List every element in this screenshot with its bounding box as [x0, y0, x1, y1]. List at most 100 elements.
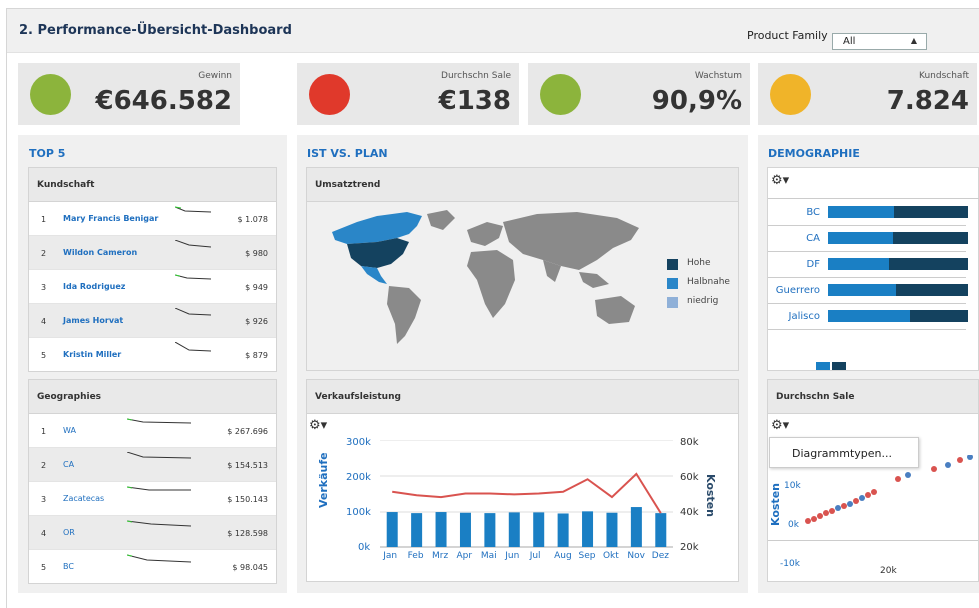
sparkline [127, 486, 191, 491]
bar-segment-light [828, 284, 896, 296]
sales-bar[interactable] [411, 513, 423, 547]
geography-link[interactable]: WA [63, 426, 76, 435]
demographie-box: ⚙▾ BC CA DF Guerrero Jalisco [767, 167, 979, 371]
kpi-durchschn-sale: Durchschn Sale €138 [297, 63, 519, 125]
bar-segment-light [828, 310, 910, 322]
geography-value: $ 128.598 [227, 529, 268, 538]
month-label: Aug [554, 551, 572, 561]
demographie-row[interactable]: DF [768, 252, 968, 278]
sparkline [175, 342, 211, 352]
sales-bar[interactable] [484, 513, 496, 547]
rank: 3 [41, 283, 47, 292]
customer-link[interactable]: James Horvat [63, 316, 123, 325]
customer-value: $ 949 [245, 283, 268, 292]
gear-icon[interactable]: ⚙▾ [309, 418, 327, 433]
sales-bar[interactable] [508, 512, 520, 547]
sales-bar[interactable] [582, 511, 594, 547]
rank: 5 [41, 351, 47, 360]
customer-value: $ 926 [245, 317, 268, 326]
status-dot [30, 74, 71, 115]
table-row[interactable]: 1 Mary Francis Benigar $ 1.078 [29, 202, 276, 236]
rank: 2 [41, 249, 47, 258]
y2-tick: 80k [680, 437, 699, 448]
y-tick: -10k [780, 559, 800, 569]
rank: 1 [41, 427, 47, 436]
geography-link[interactable]: BC [63, 562, 74, 571]
map-box: Umsatztrend Hohe Halbnahe niedrig [306, 167, 739, 371]
month-label: Jun [505, 551, 520, 561]
rank: 4 [41, 317, 47, 326]
customer-link[interactable]: Kristin Miller [63, 350, 121, 359]
table-row[interactable]: 5 Kristin Miller $ 879 [29, 338, 276, 372]
gear-icon[interactable]: ⚙▾ [771, 418, 789, 433]
y-axis-label: Verkäufe [317, 452, 330, 508]
x-axis-line [768, 540, 978, 541]
region-europe [467, 222, 503, 246]
sales-chart [380, 440, 673, 548]
kpi-label: Durchschn Sale [441, 71, 511, 81]
customer-link[interactable]: Wildon Cameron [63, 248, 137, 257]
kpi-value: €646.582 [95, 86, 232, 116]
customers-table: Kundschaft 1 Mary Francis Benigar $ 1.07… [28, 167, 277, 372]
month-label: Apr [456, 551, 473, 561]
sparkline [127, 520, 191, 527]
table-row[interactable]: 1 WA $ 267.696 [29, 414, 276, 448]
y-tick: 0k [788, 520, 799, 530]
demographie-row[interactable]: BC [768, 200, 968, 226]
table-row[interactable]: 3 Zacatecas $ 150.143 [29, 482, 276, 516]
geography-value: $ 150.143 [227, 495, 268, 504]
sparkline [175, 240, 211, 248]
sales-bar[interactable] [533, 512, 545, 547]
table-row[interactable]: 2 CA $ 154.513 [29, 448, 276, 482]
geography-value: $ 154.513 [227, 461, 268, 470]
scatter-y-label: Kosten [769, 483, 782, 526]
gear-icon[interactable]: ⚙▾ [771, 173, 789, 188]
geography-link[interactable]: CA [63, 460, 74, 469]
sales-bar[interactable] [606, 512, 618, 547]
demographie-row[interactable]: Jalisco [768, 304, 968, 330]
kpi-value: €138 [438, 86, 511, 116]
sales-bar[interactable] [630, 507, 642, 547]
sparkline [127, 554, 191, 563]
rank: 3 [41, 495, 47, 504]
sales-bar[interactable] [557, 513, 569, 547]
cost-series-line [392, 472, 662, 514]
rank: 2 [41, 461, 47, 470]
demographie-row[interactable]: Guerrero [768, 278, 968, 304]
demographie-row[interactable]: CA [768, 226, 968, 252]
kpi-gewinn: Gewinn €646.582 [18, 63, 240, 125]
geography-value: $ 267.696 [227, 427, 268, 436]
table-row[interactable]: 4 James Horvat $ 926 [29, 304, 276, 338]
y2-tick: 60k [680, 472, 699, 483]
sales-bar[interactable] [435, 512, 447, 547]
chart-types-menu-item[interactable]: Diagrammtypen... [769, 437, 919, 468]
sales-bar[interactable] [459, 512, 471, 547]
bar-segment-light [828, 206, 894, 218]
customer-link[interactable]: Ida Rodriguez [63, 282, 125, 291]
customer-link[interactable]: Mary Francis Benigar [63, 214, 158, 223]
month-label: Nov [627, 551, 645, 561]
row-label: CA [806, 233, 820, 244]
region-canada [332, 212, 422, 244]
geography-link[interactable]: Zacatecas [63, 494, 104, 503]
legend-swatch [667, 278, 678, 289]
kpi-wachstum: Wachstum 90,9% [528, 63, 750, 125]
table-row[interactable]: 5 BC $ 98.045 [29, 550, 276, 584]
bar-segment-light [828, 258, 889, 270]
y2-tick: 20k [680, 542, 699, 553]
plan-title: IST VS. PLAN [307, 147, 388, 160]
geography-link[interactable]: OR [63, 528, 75, 537]
sales-bar[interactable] [386, 512, 398, 547]
demographie-title: DEMOGRAPHIE [768, 147, 860, 160]
product-family-select[interactable]: All ▲ [832, 33, 927, 50]
table-row[interactable]: 3 Ida Rodriguez $ 949 [29, 270, 276, 304]
geography-value: $ 98.045 [232, 563, 268, 572]
table-row[interactable]: 2 Wildon Cameron $ 980 [29, 236, 276, 270]
table-row[interactable]: 4 OR $ 128.598 [29, 516, 276, 550]
sparkline [127, 452, 191, 459]
bar-segment-dark [910, 310, 968, 322]
sales-bar[interactable] [655, 513, 667, 547]
x-tick: 20k [880, 566, 897, 576]
world-map[interactable] [317, 208, 652, 348]
month-label: Sep [578, 551, 596, 561]
